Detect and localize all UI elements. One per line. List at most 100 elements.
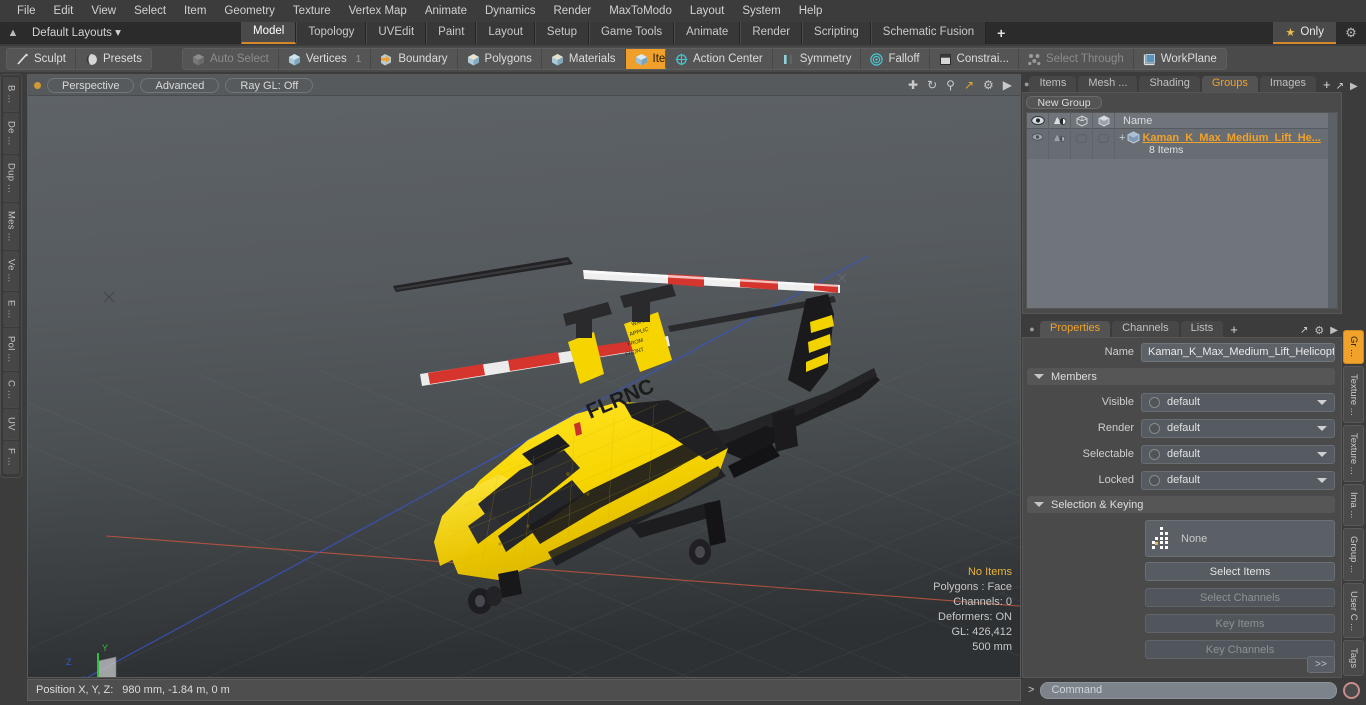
key-channels-button[interactable]: Key Channels (1145, 640, 1335, 659)
name-field[interactable]: Kaman_K_Max_Medium_Lift_Helicopte (1141, 342, 1335, 362)
selectable-knob-icon[interactable] (1149, 448, 1160, 460)
expand-icon[interactable]: ↗ (1336, 81, 1344, 92)
select-items-button[interactable]: Select Items (1145, 562, 1335, 581)
menu-item-system[interactable]: System (733, 0, 789, 22)
tab-lists[interactable]: Lists (1180, 321, 1224, 337)
tab-channels[interactable]: Channels (1112, 321, 1179, 337)
menu-item-dynamics[interactable]: Dynamics (476, 0, 544, 22)
sculpt-button[interactable]: Sculpt (7, 49, 76, 69)
render-dropdown[interactable]: default (1141, 418, 1335, 438)
menu-item-geometry[interactable]: Geometry (215, 0, 284, 22)
tab-scripting[interactable]: Scripting (802, 22, 871, 44)
action-center-button[interactable]: Action Center (666, 49, 773, 69)
polygons-button[interactable]: Polygons (457, 49, 542, 69)
command-input[interactable]: Command (1040, 681, 1337, 699)
menu-item-file[interactable]: File (8, 0, 45, 22)
selection-set-field[interactable]: None (1145, 520, 1335, 557)
home-icon[interactable]: ▲ (0, 22, 26, 44)
tab-animate[interactable]: Animate (674, 22, 741, 44)
select-through-button[interactable]: Select Through (1018, 49, 1134, 69)
fit-icon[interactable]: ↗ (964, 79, 974, 91)
right-tab-userc[interactable]: User C ... (1343, 582, 1364, 639)
tab-paint[interactable]: Paint (426, 22, 477, 44)
tab-groups[interactable]: Groups (1201, 76, 1258, 92)
visible-dropdown[interactable]: default (1141, 392, 1335, 412)
expand-toggle[interactable]: + (1119, 132, 1125, 144)
menu-item-layout[interactable]: Layout (681, 0, 734, 22)
viewport-dot-icon[interactable] (34, 81, 41, 89)
constraints-button[interactable]: Constrai... (929, 49, 1019, 69)
viewport-shading-dropdown[interactable]: Advanced (140, 77, 220, 93)
right-tab-tags[interactable]: Tags (1343, 640, 1364, 677)
group-item[interactable]: + Kaman_K_Max_Medium_Lift_He... 8 Items (1115, 129, 1337, 156)
chevron-right-icon[interactable]: ▶ (1350, 81, 1358, 92)
right-tab-groups[interactable]: Gr ... (1343, 330, 1364, 364)
shade-icon[interactable] (1093, 112, 1115, 129)
zoom-icon[interactable]: ⚲ (946, 79, 955, 91)
tab-shading[interactable]: Shading (1139, 76, 1200, 92)
menu-item-view[interactable]: View (82, 0, 125, 22)
viewport-projection-dropdown[interactable]: Perspective (47, 77, 135, 93)
left-tab-uv[interactable]: UV (3, 409, 19, 440)
row-shade-toggle[interactable] (1093, 129, 1115, 159)
menu-item-edit[interactable]: Edit (45, 0, 83, 22)
only-toggle[interactable]: ★ Only (1273, 22, 1336, 44)
tab-schematic-fusion[interactable]: Schematic Fusion (870, 22, 987, 44)
tab-layout[interactable]: Layout (476, 22, 535, 44)
locked-dropdown[interactable]: default (1141, 470, 1335, 490)
menu-item-help[interactable]: Help (790, 0, 832, 22)
materials-button[interactable]: Materials (541, 49, 626, 69)
boundary-button[interactable]: Boundary (371, 49, 458, 69)
tab-render[interactable]: Render (740, 22, 803, 44)
falloff-button[interactable]: Falloff (861, 49, 930, 69)
panel-menu-dot-icon[interactable]: ● (1024, 321, 1040, 337)
rotate-icon[interactable]: ↻ (927, 79, 937, 91)
more-options-button[interactable]: >> (1307, 656, 1335, 673)
record-icon[interactable] (1343, 681, 1360, 699)
groups-list-scrollbar[interactable] (1328, 113, 1337, 308)
selectable-dropdown[interactable]: default (1141, 444, 1335, 464)
default-layouts-dropdown[interactable]: Default Layouts ▾ (26, 22, 241, 44)
tab-game-tools[interactable]: Game Tools (588, 22, 675, 44)
left-tab-vertex[interactable]: Ve ... (3, 251, 19, 292)
lock-icon[interactable] (1071, 112, 1093, 129)
left-tab-edge[interactable]: E ... (3, 292, 19, 328)
table-row[interactable]: + Kaman_K_Max_Medium_Lift_He... 8 Items (1027, 129, 1337, 159)
select-channels-button[interactable]: Select Channels (1145, 588, 1335, 607)
members-section-header[interactable]: Members (1027, 368, 1335, 385)
menu-item-select[interactable]: Select (125, 0, 175, 22)
keying-section-header[interactable]: Selection & Keying (1027, 496, 1335, 513)
tab-items[interactable]: Items (1029, 76, 1077, 92)
tab-setup[interactable]: Setup (534, 22, 589, 44)
render-icon[interactable] (1049, 112, 1071, 129)
add-tab-button[interactable]: + (986, 25, 1016, 41)
left-tab-mesh[interactable]: Mes ... (3, 202, 19, 251)
left-tab-polygon[interactable]: Pol ... (3, 328, 19, 372)
viewport-raygl-dropdown[interactable]: Ray GL: Off (225, 77, 314, 93)
render-knob-icon[interactable] (1149, 422, 1160, 434)
right-tab-texture2[interactable]: Texture ... (1343, 425, 1364, 483)
tab-properties[interactable]: Properties (1040, 321, 1111, 337)
presets-button[interactable]: Presets (75, 49, 151, 69)
right-tab-group[interactable]: Group ... (1343, 528, 1364, 581)
row-eye-toggle[interactable] (1027, 129, 1049, 159)
locked-knob-icon[interactable] (1149, 474, 1160, 486)
left-tab-curve[interactable]: C ... (3, 372, 19, 409)
gear-icon[interactable]: ⚙ (983, 79, 994, 91)
menu-item-render[interactable]: Render (544, 0, 600, 22)
left-tab-basic[interactable]: B ... (3, 77, 19, 113)
menu-item-vertex-map[interactable]: Vertex Map (340, 0, 416, 22)
left-tab-fusion[interactable]: F ... (3, 440, 19, 475)
row-lock-toggle[interactable] (1071, 129, 1093, 159)
move-icon[interactable]: ✚ (908, 79, 918, 91)
tab-mesh[interactable]: Mesh ... (1078, 76, 1138, 92)
symmetry-button[interactable]: Symmetry (772, 49, 862, 69)
chevron-right-icon[interactable]: ▶ (1330, 325, 1338, 336)
left-tab-duplicate[interactable]: Dup ... (3, 155, 19, 202)
expand-icon[interactable]: ↗ (1300, 325, 1308, 336)
groups-list[interactable]: Name + Kaman_K_Max_Medium_Lift_He... 8 I… (1026, 112, 1338, 309)
chevron-right-icon[interactable]: ▶ (1003, 79, 1012, 91)
left-tab-deform[interactable]: De ... (3, 113, 19, 155)
new-group-button[interactable]: New Group (1026, 96, 1102, 109)
right-tab-texture1[interactable]: Texture ... (1343, 366, 1364, 424)
